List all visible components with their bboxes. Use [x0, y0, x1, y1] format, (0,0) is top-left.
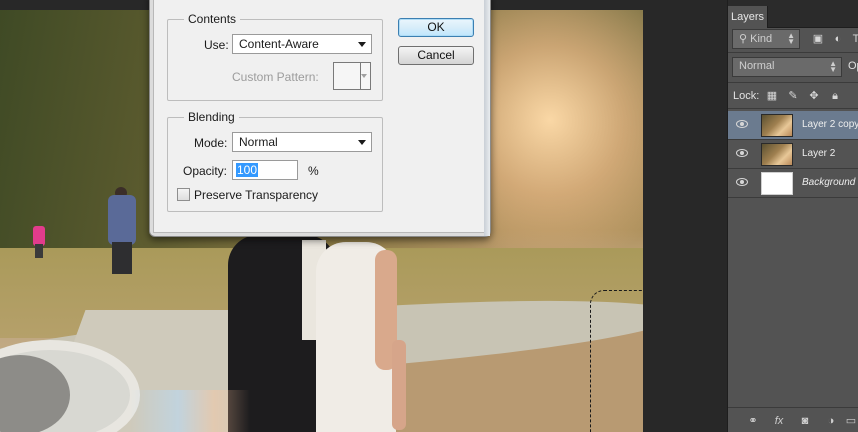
photo-child [33, 226, 45, 246]
blend-mode-value: Normal [739, 60, 775, 72]
chevron-down-icon [358, 42, 366, 47]
search-icon: ⚲ [739, 33, 751, 45]
dialog-body: Contents Use: Content-Aware Custom Patte… [153, 0, 487, 233]
photo-walker [108, 195, 136, 245]
pasteboard [643, 0, 727, 432]
photo-child-legs [35, 244, 43, 258]
folder-icon[interactable]: ▭ [844, 414, 858, 428]
image-filter-icon[interactable]: ▣ [811, 33, 825, 45]
photo-walker-legs [112, 242, 132, 274]
adjustment-filter-icon[interactable]: ◐ [831, 33, 845, 45]
link-icon[interactable]: ⚭ [746, 414, 760, 428]
layer-name: Background [802, 177, 856, 188]
photo-lens-flare [130, 390, 250, 432]
panel-divider [728, 82, 858, 83]
opacity-input-value: 100 [236, 163, 259, 177]
custom-pattern-label: Custom Pattern: [232, 70, 319, 84]
type-filter-icon[interactable]: T [849, 33, 858, 45]
mask-icon[interactable]: ◙ [798, 414, 812, 428]
preserve-transparency-label[interactable]: Preserve Transparency [194, 188, 318, 202]
layer-row-layer-2-copy[interactable]: Layer 2 copy [728, 111, 858, 140]
layer-thumbnail [761, 143, 793, 166]
dialog-frame-edge [484, 0, 490, 236]
photo-bride-leg [392, 340, 406, 430]
mode-label: Mode: [194, 136, 228, 150]
lock-position-icon[interactable]: ✥ [807, 90, 821, 102]
use-select[interactable]: Content-Aware [232, 34, 372, 54]
eye-icon[interactable] [736, 178, 748, 186]
mode-select[interactable]: Normal [232, 132, 372, 152]
lock-transparent-icon[interactable]: ▦ [765, 90, 779, 102]
blending-group-title: Blending [184, 110, 239, 124]
layer-name: Layer 2 [802, 148, 836, 159]
fx-icon[interactable]: fx [772, 414, 786, 428]
lock-label: Lock: [733, 90, 760, 102]
cancel-button[interactable]: Cancel [398, 46, 474, 65]
layer-thumbnail [761, 172, 793, 195]
layer-thumbnail [761, 114, 793, 137]
use-label: Use: [204, 38, 229, 52]
custom-pattern-picker [333, 62, 371, 90]
ok-button[interactable]: OK [398, 18, 474, 37]
opacity-label-partial: Op [848, 60, 858, 72]
use-select-value: Content-Aware [239, 37, 319, 51]
mode-select-value: Normal [239, 135, 278, 149]
updown-arrows-icon: ▲ ▼ [787, 31, 795, 46]
fill-dialog: Contents Use: Content-Aware Custom Patte… [149, 0, 491, 237]
blending-group: Blending Mode: Normal Opacity: 100 % Pre… [167, 110, 383, 212]
eye-icon[interactable] [736, 149, 748, 157]
layer-filter-value: Kind [750, 33, 773, 45]
opacity-input[interactable]: 100 [232, 160, 298, 180]
adjustment-icon[interactable]: ◑ [824, 414, 838, 428]
panel-divider [728, 108, 858, 109]
preserve-transparency-checkbox[interactable] [177, 188, 190, 201]
panel-divider [728, 52, 858, 53]
contents-group-title: Contents [184, 12, 241, 26]
chevron-down-icon [361, 74, 367, 78]
contents-group: Contents Use: Content-Aware Custom Patte… [167, 12, 383, 101]
eye-icon[interactable] [736, 120, 748, 128]
blend-mode-select[interactable]: Normal ▲ ▼ [732, 57, 842, 77]
updown-arrows-icon: ▲ ▼ [829, 59, 837, 74]
layers-panel-footer: ⚭ fx ◙ ◑ ▭ [728, 407, 858, 432]
chevron-down-icon [358, 140, 366, 145]
opacity-unit: % [308, 164, 319, 178]
layer-row-background[interactable]: Background [728, 169, 858, 198]
layers-panel: Layers ⚲ Kind ▲▼ ▣ ◐ T Normal ▲▼ Op Lock… [727, 0, 858, 432]
panel-tab-bar: Layers [728, 0, 858, 28]
opacity-label: Opacity: [183, 164, 228, 178]
tab-layers[interactable]: Layers [728, 6, 768, 28]
layer-name: Layer 2 copy [802, 119, 858, 130]
layer-row-layer-2[interactable]: Layer 2 [728, 140, 858, 169]
lock-all-icon[interactable]: 🔒︎ [828, 90, 842, 102]
layer-filter-select[interactable]: ⚲ Kind ▲ ▼ [732, 29, 800, 49]
lock-brush-icon[interactable]: ✎ [786, 90, 800, 102]
